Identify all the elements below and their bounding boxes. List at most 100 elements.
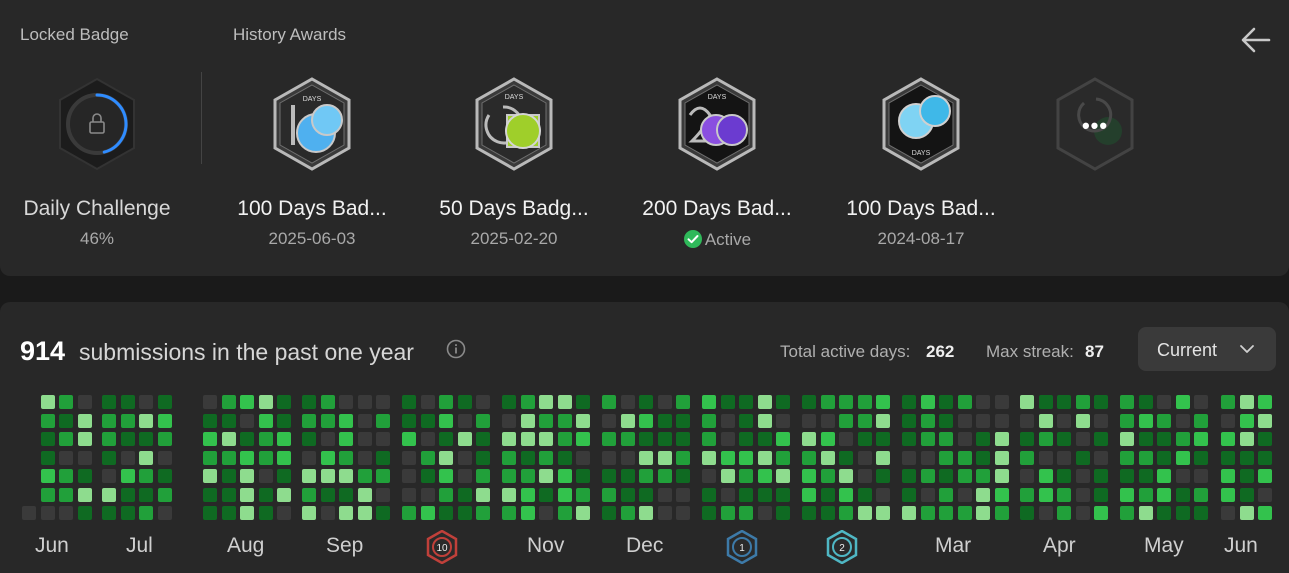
heatmap-cell[interactable]: [102, 432, 116, 446]
heatmap-cell[interactable]: [302, 506, 316, 520]
heatmap-cell[interactable]: [1120, 487, 1134, 502]
heatmap-cell[interactable]: [1175, 487, 1190, 502]
heatmap-cell[interactable]: [557, 413, 572, 428]
heatmap-cell[interactable]: [620, 450, 635, 465]
heatmap-cell[interactable]: [77, 469, 92, 483]
heatmap-cell[interactable]: [302, 413, 316, 428]
heatmap-cell[interactable]: [1138, 395, 1153, 409]
heatmap-cell[interactable]: [576, 450, 590, 465]
heatmap-cell[interactable]: [1194, 395, 1208, 409]
heatmap-cell[interactable]: [40, 395, 55, 409]
heatmap-cell[interactable]: [476, 413, 490, 428]
heatmap-cell[interactable]: [1020, 469, 1034, 483]
heatmap-cell[interactable]: [1075, 469, 1090, 483]
heatmap-cell[interactable]: [139, 395, 153, 409]
heatmap-cell[interactable]: [302, 487, 316, 502]
heatmap-cell[interactable]: [258, 450, 273, 465]
heatmap-cell[interactable]: [339, 413, 353, 428]
heatmap-cell[interactable]: [876, 413, 890, 428]
heatmap-cell[interactable]: [739, 413, 753, 428]
heatmap-cell[interactable]: [402, 469, 416, 483]
heatmap-cell[interactable]: [277, 395, 291, 409]
heatmap-cell[interactable]: [357, 413, 372, 428]
heatmap-cell[interactable]: [339, 395, 353, 409]
heatmap-cell[interactable]: [939, 395, 953, 409]
heatmap-cell[interactable]: [1157, 432, 1171, 446]
heatmap-cell[interactable]: [776, 506, 790, 520]
heatmap-cell[interactable]: [203, 395, 217, 409]
heatmap-cell[interactable]: [1138, 487, 1153, 502]
heatmap-cell[interactable]: [539, 395, 553, 409]
heatmap-cell[interactable]: [520, 469, 535, 483]
heatmap-cell[interactable]: [1258, 450, 1272, 465]
heatmap-cell[interactable]: [77, 432, 92, 446]
heatmap-cell[interactable]: [240, 395, 254, 409]
back-arrow-icon[interactable]: [1236, 20, 1276, 60]
heatmap-cell[interactable]: [1057, 432, 1071, 446]
heatmap-cell[interactable]: [502, 450, 516, 465]
heatmap-cell[interactable]: [120, 469, 135, 483]
heatmap-cell[interactable]: [502, 432, 516, 446]
heatmap-cell[interactable]: [258, 432, 273, 446]
heatmap-cell[interactable]: [602, 506, 616, 520]
heatmap-cell[interactable]: [602, 450, 616, 465]
heatmap-cell[interactable]: [120, 413, 135, 428]
heatmap-cell[interactable]: [277, 432, 291, 446]
heatmap-cell[interactable]: [739, 506, 753, 520]
heatmap-cell[interactable]: [957, 487, 972, 502]
heatmap-cell[interactable]: [539, 506, 553, 520]
heatmap-cell[interactable]: [839, 450, 853, 465]
heatmap-cell[interactable]: [339, 506, 353, 520]
heatmap-cell[interactable]: [920, 469, 935, 483]
heatmap-cell[interactable]: [576, 395, 590, 409]
heatmap-cell[interactable]: [376, 395, 390, 409]
heatmap-cell[interactable]: [1120, 450, 1134, 465]
heatmap-cell[interactable]: [339, 469, 353, 483]
heatmap-cell[interactable]: [939, 413, 953, 428]
heatmap-cell[interactable]: [240, 432, 254, 446]
heatmap-cell[interactable]: [902, 487, 916, 502]
heatmap-cell[interactable]: [357, 450, 372, 465]
heatmap-cell[interactable]: [720, 413, 735, 428]
heatmap-cell[interactable]: [339, 487, 353, 502]
heatmap-cell[interactable]: [1057, 487, 1071, 502]
heatmap-cell[interactable]: [802, 469, 816, 483]
heatmap-cell[interactable]: [320, 487, 335, 502]
heatmap-cell[interactable]: [476, 487, 490, 502]
heatmap-cell[interactable]: [120, 395, 135, 409]
heatmap-cell[interactable]: [1221, 450, 1235, 465]
heatmap-cell[interactable]: [476, 506, 490, 520]
heatmap-cell[interactable]: [776, 469, 790, 483]
heatmap-cell[interactable]: [976, 487, 990, 502]
heatmap-cell[interactable]: [539, 413, 553, 428]
heatmap-cell[interactable]: [902, 413, 916, 428]
heatmap-cell[interactable]: [240, 487, 254, 502]
heatmap-cell[interactable]: [1038, 450, 1053, 465]
heatmap-cell[interactable]: [1094, 469, 1108, 483]
heatmap-cell[interactable]: [59, 450, 73, 465]
heatmap-cell[interactable]: [203, 432, 217, 446]
heatmap-cell[interactable]: [1175, 432, 1190, 446]
heatmap-cell[interactable]: [457, 413, 472, 428]
heatmap-cell[interactable]: [1057, 395, 1071, 409]
heatmap-cell[interactable]: [939, 506, 953, 520]
monthly-badge-icon[interactable]: 1: [725, 530, 759, 564]
heatmap-cell[interactable]: [576, 432, 590, 446]
heatmap-cell[interactable]: [1221, 487, 1235, 502]
more-awards-button[interactable]: •••: [1050, 75, 1140, 171]
heatmap-cell[interactable]: [839, 487, 853, 502]
heatmap-cell[interactable]: [1094, 450, 1108, 465]
heatmap-cell[interactable]: [139, 413, 153, 428]
heatmap-cell[interactable]: [59, 395, 73, 409]
heatmap-cell[interactable]: [539, 432, 553, 446]
heatmap-cell[interactable]: [1094, 413, 1108, 428]
heatmap-cell[interactable]: [994, 506, 1009, 520]
heatmap-cell[interactable]: [1075, 450, 1090, 465]
heatmap-cell[interactable]: [320, 450, 335, 465]
heatmap-cell[interactable]: [1175, 506, 1190, 520]
heatmap-cell[interactable]: [1094, 487, 1108, 502]
heatmap-cell[interactable]: [620, 487, 635, 502]
heatmap-cell[interactable]: [1138, 432, 1153, 446]
heatmap-cell[interactable]: [802, 395, 816, 409]
heatmap-cell[interactable]: [1194, 450, 1208, 465]
